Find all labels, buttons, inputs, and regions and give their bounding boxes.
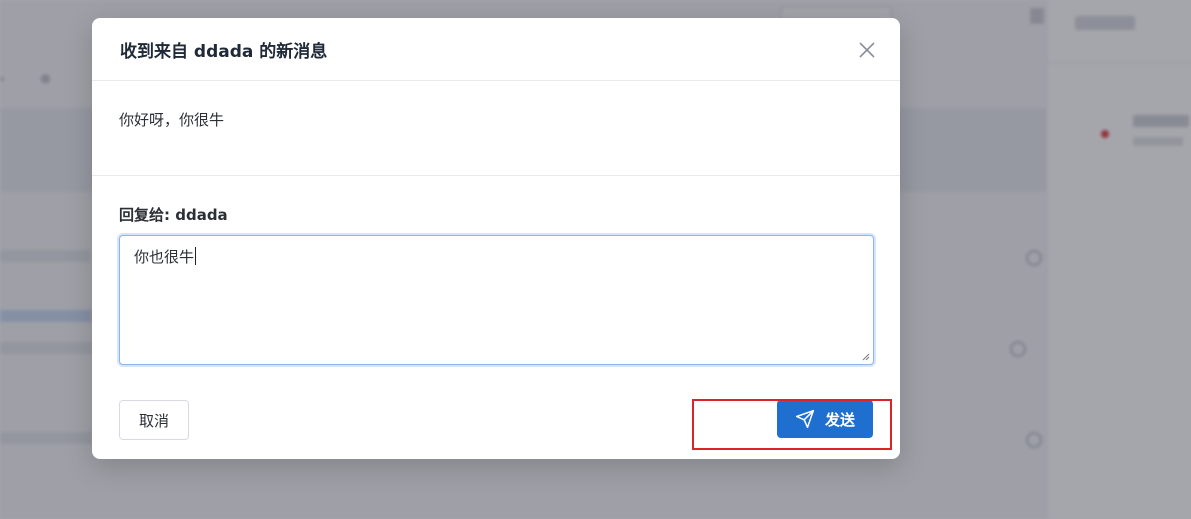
reply-value: 你也很牛 <box>134 248 195 266</box>
message-dialog: 收到来自 ddada 的新消息 你好呀，你很牛 回复给: ddada 你也很牛 … <box>92 18 900 459</box>
dialog-title: 收到来自 ddada 的新消息 <box>120 42 328 62</box>
dialog-header: 收到来自 ddada 的新消息 <box>92 18 900 81</box>
highlight-annotation <box>692 399 892 450</box>
message-text: 你好呀，你很牛 <box>119 111 225 129</box>
cancel-button[interactable]: 取消 <box>119 400 189 440</box>
message-body: 你好呀，你很牛 <box>92 81 900 176</box>
reply-textarea[interactable]: 你也很牛 <box>119 235 874 365</box>
text-caret <box>195 247 197 265</box>
reply-label: 回复给: ddada <box>119 206 228 224</box>
close-icon <box>859 42 875 58</box>
reply-text: 你也很牛 <box>134 246 197 267</box>
resize-handle-icon[interactable] <box>862 353 870 361</box>
close-button[interactable] <box>856 39 878 61</box>
